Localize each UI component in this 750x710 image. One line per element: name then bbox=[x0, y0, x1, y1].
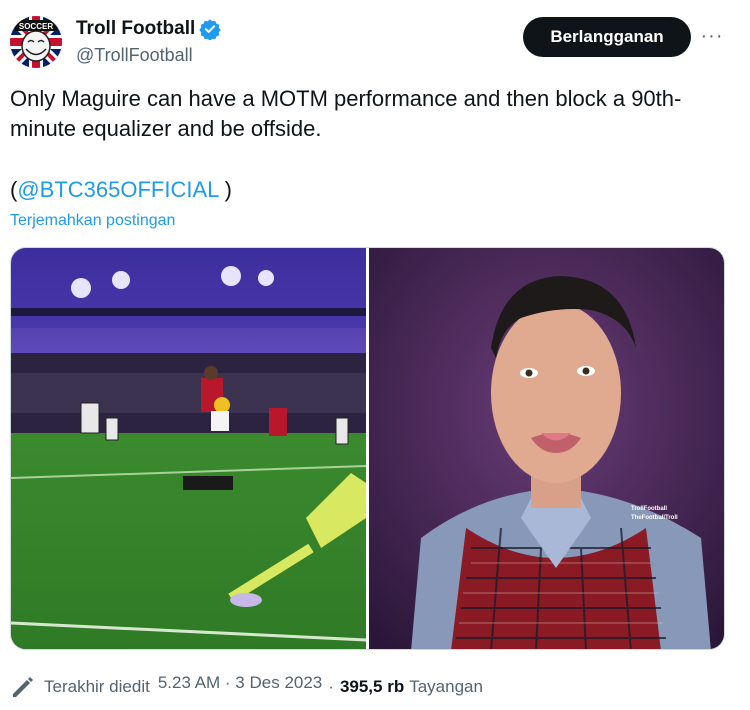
tweet-text: Only Maguire can have a MOTM performance… bbox=[10, 86, 682, 141]
timestamp[interactable]: 5.23 AM · 3 Des 2023 bbox=[158, 673, 322, 693]
mention-line: (@BTC365OFFICIAL ) bbox=[10, 175, 232, 205]
avatar[interactable]: SOCCER bbox=[10, 16, 62, 68]
author-handle[interactable]: @TrollFootball bbox=[76, 45, 221, 66]
meta-separator: · bbox=[328, 677, 334, 696]
verified-badge-icon bbox=[199, 19, 221, 40]
mention-close-paren: ) bbox=[218, 177, 233, 202]
pencil-edit-icon bbox=[13, 677, 33, 697]
author-name[interactable]: Troll Football bbox=[76, 18, 195, 40]
avatar-text: SOCCER bbox=[19, 22, 53, 31]
translate-link[interactable]: Terjemahkan postingan bbox=[10, 212, 175, 230]
subscribe-button[interactable]: Berlangganan bbox=[523, 17, 691, 57]
mention-link[interactable]: @BTC365OFFICIAL bbox=[17, 177, 218, 202]
football-match-image[interactable] bbox=[11, 248, 367, 650]
views-label: Tayangan bbox=[409, 677, 483, 696]
tweet-media[interactable]: TrollFootball TheFootballTroll bbox=[10, 247, 725, 650]
player-portrait-image[interactable]: TrollFootball TheFootballTroll bbox=[369, 248, 725, 650]
tweet-meta: Terakhir diedit 5.23 AM · 3 Des 2023 · 3… bbox=[10, 672, 483, 702]
watermark-line-1: TrollFootball bbox=[631, 506, 667, 512]
edited-label[interactable]: Terakhir diedit bbox=[44, 677, 150, 697]
views-count: 395,5 rb bbox=[339, 677, 405, 696]
more-options-icon[interactable]: ··· bbox=[698, 22, 726, 50]
author-info: Troll Football @TrollFootball bbox=[76, 16, 221, 66]
watermark-line-2: TheFootballTroll bbox=[631, 515, 678, 521]
tweet-header: SOCCER Troll Football @TrollFootball Ber… bbox=[10, 12, 740, 72]
